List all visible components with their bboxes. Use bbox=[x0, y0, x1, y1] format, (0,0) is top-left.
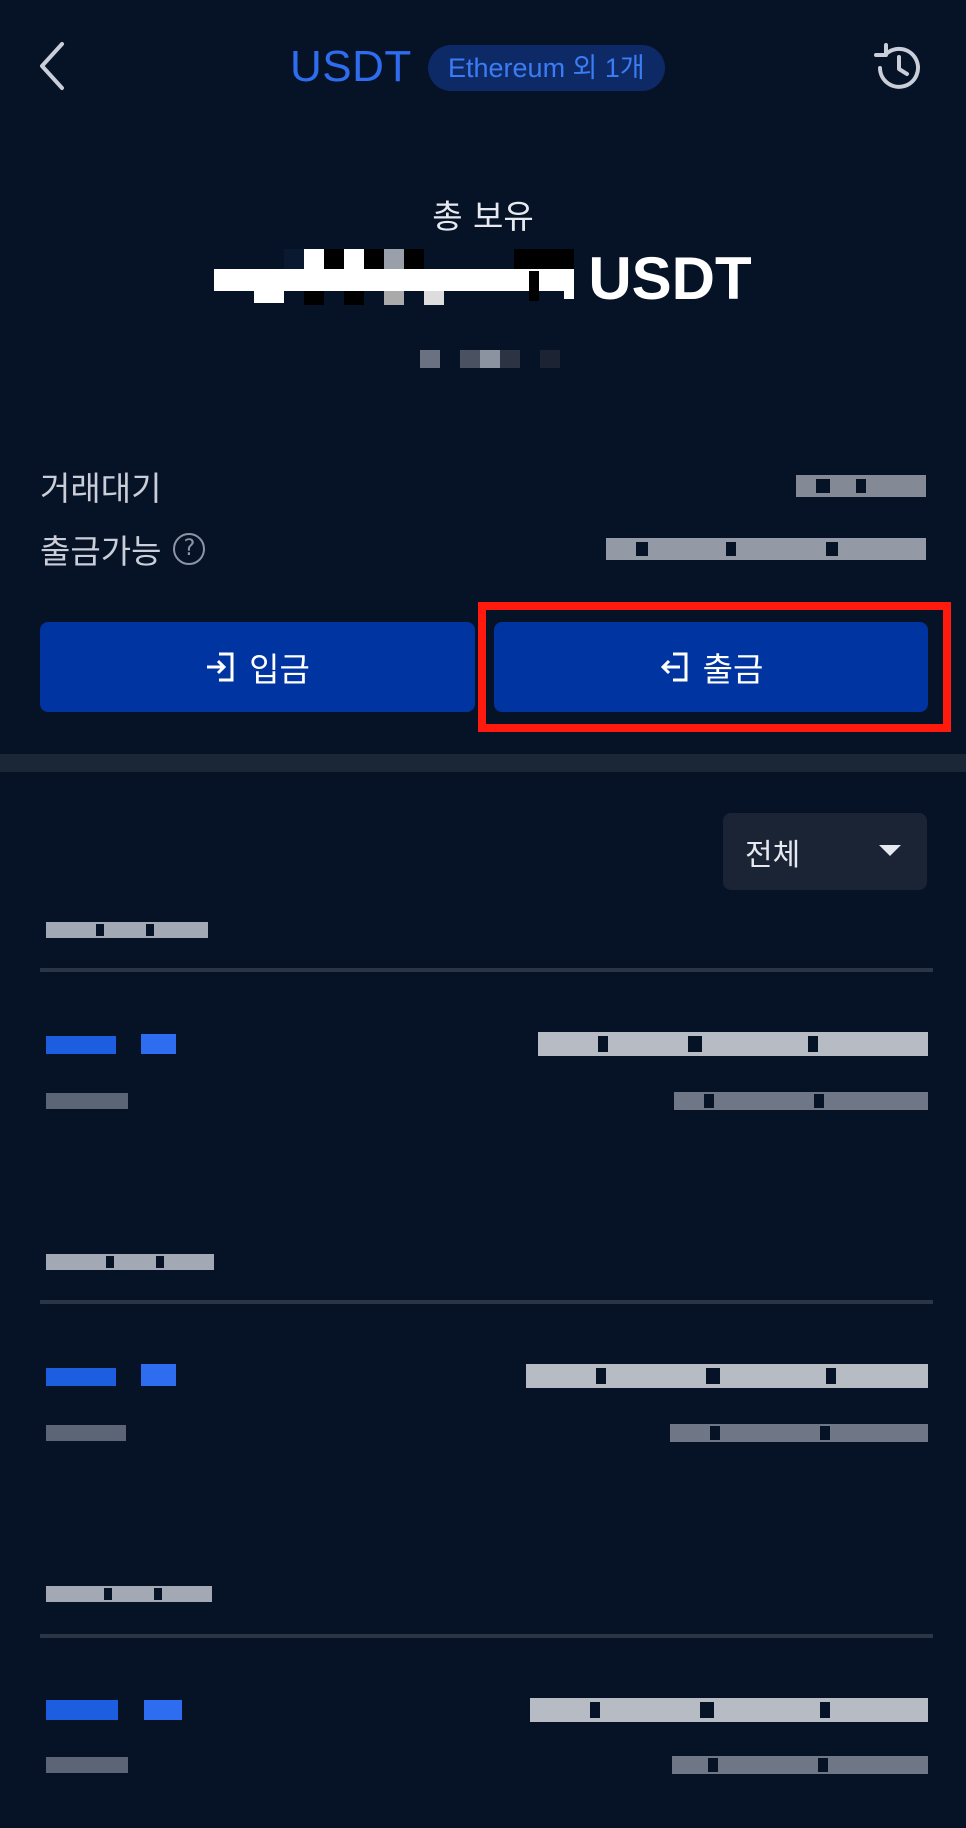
deposit-label: 입금 bbox=[249, 650, 310, 689]
redacted-tx-time bbox=[46, 1757, 128, 1773]
redacted-tx-type bbox=[46, 1700, 182, 1720]
redacted-date-1 bbox=[46, 922, 208, 938]
group-separator bbox=[40, 968, 933, 972]
available-row: 출금가능 ? bbox=[40, 525, 926, 573]
withdraw-label: 출금 bbox=[702, 650, 764, 689]
redacted-date-2 bbox=[46, 1254, 214, 1270]
redacted-available-amount bbox=[606, 538, 926, 560]
balance-unit: USDT bbox=[588, 245, 752, 312]
filter-selected-label: 전체 bbox=[745, 837, 801, 873]
pending-row: 거래대기 bbox=[40, 462, 926, 510]
history-clock-icon[interactable] bbox=[870, 40, 926, 96]
group-separator bbox=[40, 1300, 933, 1304]
available-label-wrap: 출금가능 ? bbox=[40, 525, 206, 573]
available-label: 출금가능 bbox=[40, 532, 162, 571]
top-bar: USDT Ethereum 외 1개 bbox=[0, 0, 966, 140]
redacted-tx-fiat bbox=[670, 1424, 928, 1442]
total-balance-label: 총 보유 bbox=[432, 197, 534, 236]
redacted-tx-amount bbox=[526, 1364, 928, 1388]
redacted-tx-fiat bbox=[672, 1756, 928, 1774]
withdraw-button[interactable]: 출금 bbox=[494, 622, 928, 712]
network-badge[interactable]: Ethereum 외 1개 bbox=[428, 45, 665, 91]
redacted-date-3 bbox=[46, 1586, 212, 1602]
login-arrow-icon bbox=[207, 652, 234, 682]
page-title: USDT bbox=[290, 42, 412, 91]
redacted-tx-amount bbox=[538, 1032, 928, 1056]
redacted-tx-amount bbox=[530, 1698, 928, 1722]
redacted-tx-time bbox=[46, 1093, 128, 1109]
redacted-tx-time bbox=[46, 1425, 126, 1441]
filter-dropdown[interactable]: 전체 bbox=[723, 813, 927, 890]
total-balance: USDT bbox=[0, 244, 966, 313]
redacted-pending-amount bbox=[796, 475, 926, 497]
group-separator bbox=[40, 1634, 933, 1638]
redacted-tx-type bbox=[46, 1034, 176, 1054]
redacted-fiat-value bbox=[420, 350, 560, 368]
logout-arrow-icon bbox=[660, 652, 688, 682]
section-divider bbox=[0, 754, 966, 772]
help-icon[interactable]: ? bbox=[173, 533, 206, 565]
asset-detail-page: USDT Ethereum 외 1개 총 보유 USDT 거래대기 출금가능 ?… bbox=[0, 0, 966, 1828]
redacted-balance-amount bbox=[214, 248, 575, 305]
chevron-left-icon[interactable] bbox=[28, 36, 76, 96]
caret-down-icon bbox=[879, 845, 901, 856]
deposit-button[interactable]: 입금 bbox=[40, 622, 475, 712]
redacted-tx-type bbox=[46, 1364, 176, 1386]
pending-label: 거래대기 bbox=[40, 469, 162, 508]
redacted-tx-fiat bbox=[674, 1092, 928, 1110]
